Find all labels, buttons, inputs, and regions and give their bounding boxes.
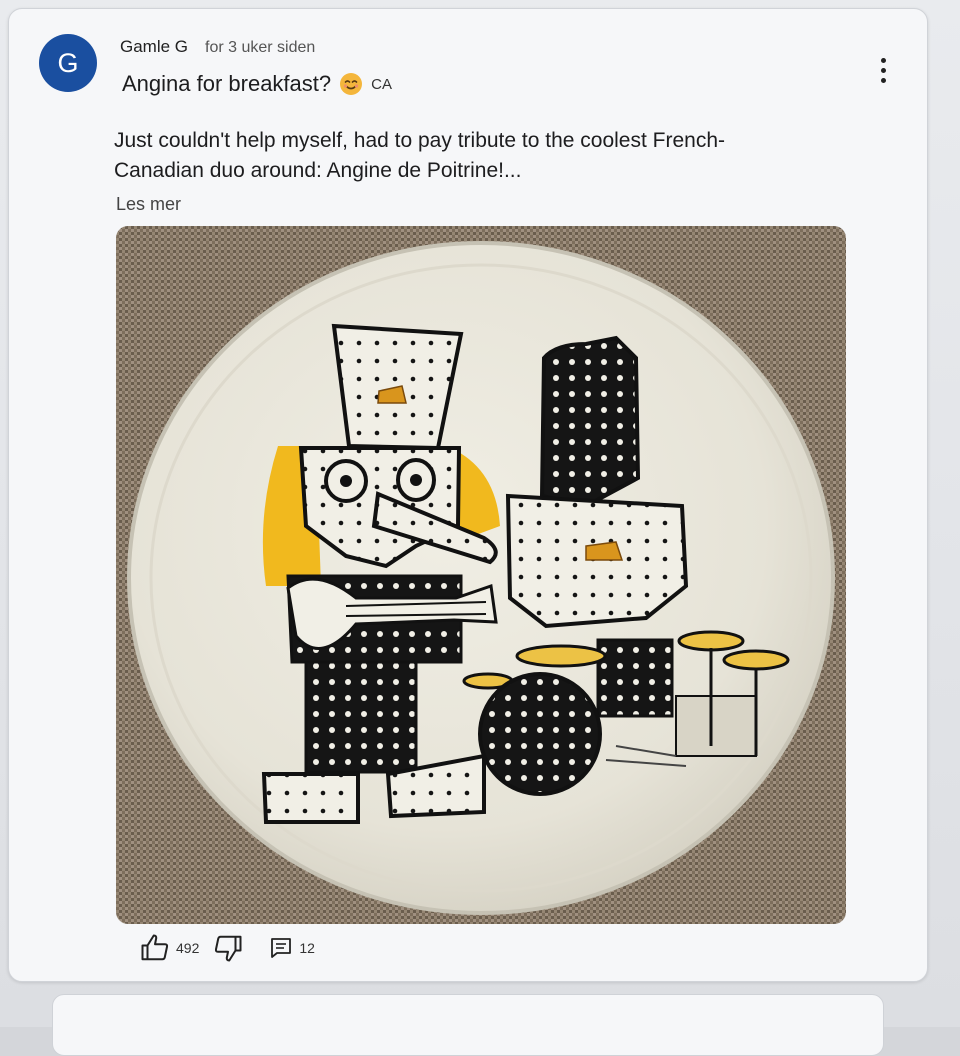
like-count: 492	[176, 940, 200, 956]
more-vert-icon[interactable]	[871, 53, 895, 87]
post-title: Angina for breakfast? CA	[122, 71, 392, 97]
snare-cymbal-stand	[596, 638, 674, 718]
post-body-line: Canadian duo around: Angine de Poitrine!…	[114, 159, 522, 182]
thumb-up-icon	[141, 934, 169, 961]
like-button[interactable]: 492	[140, 933, 199, 963]
flag-ca-text: CA	[371, 75, 392, 93]
author-name[interactable]: Gamle G	[120, 37, 188, 57]
legs-left	[304, 660, 418, 774]
cymbal-1	[515, 644, 607, 668]
dislike-button[interactable]	[213, 933, 243, 963]
post-timestamp[interactable]: for 3 uker siden	[205, 39, 315, 57]
cymbal-2	[677, 630, 745, 652]
smiling-face-emoji-icon	[340, 73, 363, 95]
comment-button[interactable]: 12	[269, 936, 315, 960]
post-body-line: Just couldn't help myself, had to pay tr…	[114, 129, 725, 152]
post-title-text: Angina for breakfast?	[122, 71, 332, 96]
painted-plate-photo	[116, 226, 846, 924]
post-image[interactable]	[116, 226, 846, 924]
comment-icon	[271, 938, 292, 958]
post-body: Just couldn't help myself, had to pay tr…	[114, 126, 814, 186]
bass-drum	[478, 672, 602, 796]
boot-left	[261, 772, 360, 824]
cymbal-3	[722, 649, 790, 671]
comment-count: 12	[299, 940, 315, 956]
read-more-link[interactable]: Les mer	[116, 194, 181, 215]
thumb-down-icon	[215, 935, 242, 962]
post-actions: 492 12	[140, 930, 315, 966]
body-right	[505, 493, 689, 629]
avatar-letter: G	[57, 47, 79, 78]
next-post-card[interactable]	[52, 994, 884, 1056]
author-avatar[interactable]: G	[39, 34, 97, 92]
tall-hat-right	[539, 335, 641, 509]
